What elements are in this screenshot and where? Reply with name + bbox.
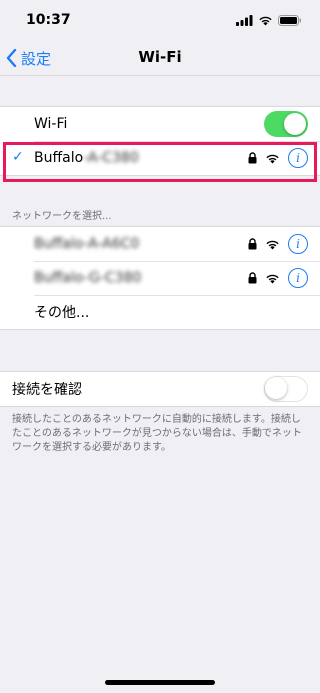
wifi-toggle-row: Wi-Fi xyxy=(0,107,320,141)
ask-to-join-toggle[interactable] xyxy=(264,376,308,402)
wifi-icon xyxy=(266,240,279,249)
lock-icon xyxy=(248,238,257,250)
networks-group: Buffalo-A-A6C0 i Buffalo-G-C380 i その他... xyxy=(0,226,320,330)
info-icon[interactable]: i xyxy=(288,234,308,254)
network-name-blurred: Buffalo-A-A6C0 xyxy=(34,236,140,252)
network-row[interactable]: Buffalo-A-A6C0 i xyxy=(0,227,320,261)
home-indicator xyxy=(105,680,215,685)
connected-network-row[interactable]: ✓ Buffalo-A-C380 i xyxy=(0,141,320,175)
wifi-group: Wi-Fi ✓ Buffalo-A-C380 i xyxy=(0,106,320,176)
info-icon[interactable]: i xyxy=(288,268,308,288)
ask-to-join-label: 接続を確認 xyxy=(12,382,82,398)
network-name: Buffalo-A-A6C0 xyxy=(34,236,248,252)
network-name-blurred: -A-C380 xyxy=(83,150,139,166)
toggle-knob xyxy=(265,377,287,399)
wifi-status-icon xyxy=(259,16,272,25)
other-network-row[interactable]: その他... xyxy=(0,295,320,329)
status-bar: 10:37 xyxy=(0,0,320,40)
page-title: Wi-Fi xyxy=(138,48,182,66)
network-name-visible: Buffalo xyxy=(34,150,84,166)
status-time: 10:37 xyxy=(26,12,71,28)
network-icons: i xyxy=(248,234,308,254)
network-name-blurred: Buffalo-G-C380 xyxy=(34,270,142,286)
checkmark-icon: ✓ xyxy=(12,149,24,165)
info-icon[interactable]: i xyxy=(288,148,308,168)
wifi-icon xyxy=(266,274,279,283)
network-row[interactable]: Buffalo-G-C380 i xyxy=(0,261,320,295)
lock-icon xyxy=(248,152,257,164)
other-network-label: その他... xyxy=(34,305,90,321)
signal-icon xyxy=(236,14,253,26)
wifi-icon xyxy=(266,154,279,163)
navigation-bar: 設定 Wi-Fi xyxy=(0,40,320,76)
wifi-label: Wi-Fi xyxy=(34,116,68,132)
footer-description: 接続したことのあるネットワークに自動的に接続します。接続したことのあるネットワー… xyxy=(12,414,302,453)
status-icons xyxy=(236,14,302,26)
wifi-toggle[interactable] xyxy=(264,111,308,137)
lock-icon xyxy=(248,272,257,284)
network-name: Buffalo-G-C380 xyxy=(34,270,248,286)
ask-to-join-row: 接続を確認 xyxy=(0,372,320,406)
battery-icon xyxy=(278,14,301,26)
network-icons: i xyxy=(248,268,308,288)
toggle-knob xyxy=(284,113,306,135)
connected-network-name: Buffalo-A-C380 xyxy=(34,150,248,166)
section-header: ネットワークを選択... xyxy=(12,211,112,222)
ask-to-join-group: 接続を確認 xyxy=(0,371,320,407)
network-icons: i xyxy=(248,148,308,168)
